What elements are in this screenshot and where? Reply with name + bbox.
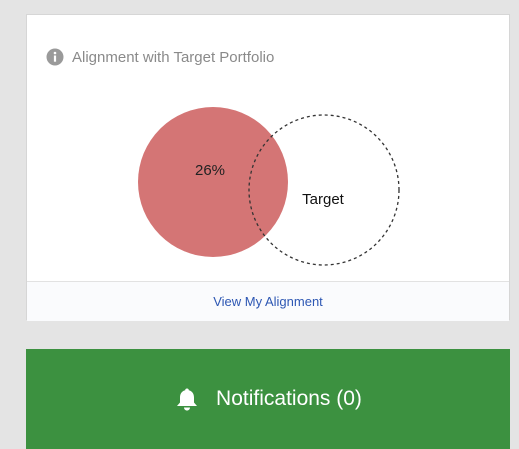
notifications-label: Notifications (0): [216, 387, 362, 410]
target-label: Target: [302, 191, 345, 208]
overlap-percent: 26%: [195, 162, 225, 179]
portfolio-circle: [138, 107, 288, 257]
alignment-card: Alignment with Target Portfolio 26% Targ…: [26, 14, 510, 321]
bell-icon: [174, 386, 200, 412]
dashboard-panel: Alignment with Target Portfolio 26% Targ…: [0, 0, 519, 449]
notifications-button[interactable]: Notifications (0): [26, 349, 510, 449]
view-alignment-link[interactable]: View My Alignment: [213, 294, 323, 309]
card-footer: View My Alignment: [27, 281, 509, 321]
alignment-venn-diagram: 26% Target: [138, 107, 400, 266]
